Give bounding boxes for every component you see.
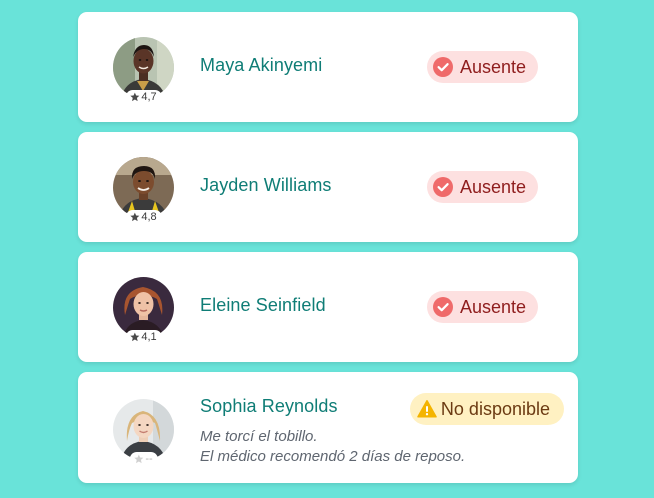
staff-name: Eleine Seinfield bbox=[200, 295, 326, 315]
staff-card[interactable]: -- Sophia Reynolds No disponible Me torc… bbox=[78, 372, 578, 483]
staff-card[interactable]: 4,1 Eleine Seinfield Ausente bbox=[78, 252, 578, 362]
check-circle-icon bbox=[432, 57, 453, 77]
staff-name: Maya Akinyemi bbox=[200, 55, 323, 75]
avatar-container: -- bbox=[113, 399, 174, 466]
absence-note: Me torcí el tobillo. El médico recomendó… bbox=[200, 427, 465, 467]
note-line: Me torcí el tobillo. bbox=[200, 428, 318, 445]
rating-badge: 4,1 bbox=[125, 330, 162, 344]
star-icon bbox=[133, 454, 143, 464]
staff-card[interactable]: 4,7 Maya Akinyemi Ausente bbox=[78, 12, 578, 122]
star-icon bbox=[129, 212, 139, 222]
avatar bbox=[113, 37, 174, 98]
avatar-container: 4,1 bbox=[113, 277, 174, 344]
status-badge: Ausente bbox=[426, 51, 538, 83]
status-label: Ausente bbox=[459, 56, 526, 77]
avatar-container: 4,7 bbox=[113, 37, 174, 104]
note-line: El médico recomendó 2 días de reposo. bbox=[200, 448, 466, 465]
star-icon bbox=[129, 92, 139, 102]
rating-value: -- bbox=[145, 453, 153, 465]
staff-name: Sophia Reynolds bbox=[200, 396, 338, 416]
staff-card[interactable]: 4,8 Jayden Williams Ausente bbox=[78, 132, 578, 242]
avatar bbox=[113, 277, 174, 338]
rating-badge: 4,7 bbox=[125, 90, 162, 104]
status-badge: Ausente bbox=[426, 171, 538, 203]
staff-name: Jayden Williams bbox=[200, 175, 332, 195]
staff-list: 4,7 Maya Akinyemi Ausente 4,8 Jayden Wil… bbox=[78, 12, 578, 493]
avatar bbox=[113, 157, 174, 218]
avatar-container: 4,8 bbox=[113, 157, 174, 224]
status-badge: No disponible bbox=[409, 393, 564, 425]
star-icon bbox=[129, 332, 139, 342]
check-circle-icon bbox=[432, 177, 453, 197]
status-label: No disponible bbox=[440, 398, 550, 419]
warning-triangle-icon bbox=[417, 400, 437, 418]
rating-badge: -- bbox=[129, 452, 158, 466]
rating-badge: 4,8 bbox=[125, 210, 162, 224]
check-circle-icon bbox=[432, 297, 453, 317]
status-label: Ausente bbox=[459, 176, 526, 197]
status-label: Ausente bbox=[459, 296, 526, 317]
status-badge: Ausente bbox=[426, 291, 538, 323]
rating-value: 4,8 bbox=[141, 211, 157, 223]
rating-value: 4,1 bbox=[141, 331, 157, 343]
avatar bbox=[113, 399, 174, 460]
rating-value: 4,7 bbox=[141, 91, 157, 103]
